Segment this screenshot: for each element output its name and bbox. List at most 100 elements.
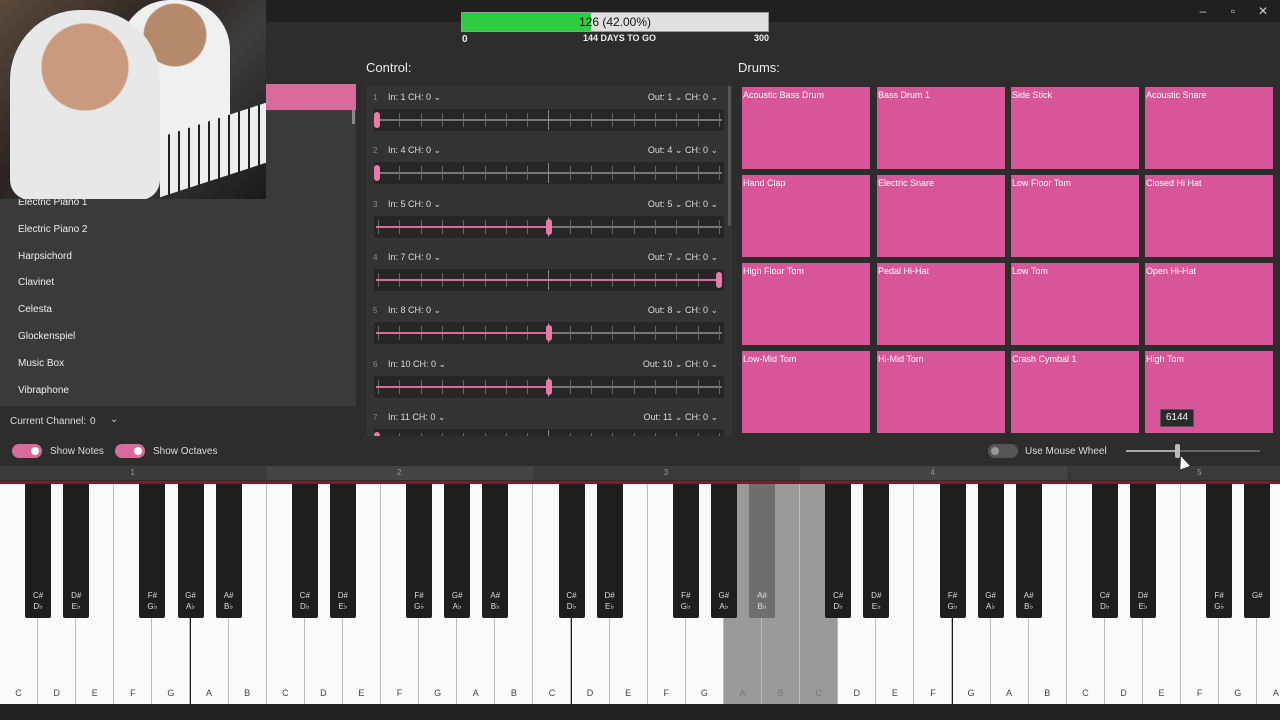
instrument-list-item[interactable]: Electric Piano 2 [18, 224, 87, 235]
piano-black-key[interactable]: F# G♭ [1206, 484, 1233, 618]
drum-pad[interactable]: High Floor Tom [742, 263, 870, 345]
current-channel-select[interactable]: 0 [90, 416, 96, 427]
drum-pad[interactable]: Pedal Hi-Hat [877, 263, 1005, 345]
control-slider[interactable] [374, 375, 724, 398]
piano-black-key[interactable]: C# D♭ [1091, 484, 1118, 618]
piano-black-key[interactable]: F# G♭ [139, 484, 166, 618]
control-slider[interactable] [374, 109, 724, 131]
piano-black-key[interactable]: C# D♭ [291, 484, 318, 618]
piano-black-key[interactable]: C# D♭ [558, 484, 585, 618]
piano-black-key[interactable]: D# E♭ [863, 484, 890, 618]
instrument-list-item[interactable]: Glockenspiel [18, 331, 75, 342]
control-slider[interactable] [374, 268, 724, 291]
instrument-list-item[interactable]: Celesta [18, 304, 52, 315]
drum-pad[interactable]: Closed Hi Hat [1145, 175, 1273, 257]
control-input-select[interactable]: In: 1 CH: 0 ⌄ [388, 92, 441, 103]
piano-black-key[interactable]: A# B♭ [749, 484, 775, 618]
instrument-list-item[interactable]: Music Box [18, 358, 64, 369]
drum-pad[interactable]: Low Tom [1011, 263, 1139, 345]
control-output-select[interactable]: Out: 10 ⌄ CH: 0 ⌄ [643, 359, 718, 370]
control-slider-thumb[interactable] [546, 378, 552, 395]
chevron-down-icon[interactable]: ⌄ [431, 305, 442, 315]
control-output-select[interactable]: Out: 8 ⌄ CH: 0 ⌄ [648, 305, 718, 316]
piano-black-key[interactable]: A# B♭ [215, 484, 242, 618]
piano-black-key[interactable]: G# A♭ [177, 484, 204, 618]
piano-black-key[interactable]: F# G♭ [939, 484, 966, 618]
control-slider[interactable] [374, 322, 724, 345]
piano-key-sharp-label: G# [451, 591, 463, 600]
piano-black-key[interactable]: C# D♭ [825, 484, 852, 618]
drum-pad[interactable]: Crash Cymbal 1 [1011, 351, 1139, 433]
drum-pad[interactable]: Electric Snare [877, 175, 1005, 257]
chevron-down-icon[interactable]: ⌄ [431, 92, 442, 102]
control-input-select[interactable]: In: 4 CH: 0 ⌄ [388, 145, 441, 156]
drum-pad[interactable]: Acoustic Bass Drum [742, 87, 870, 169]
piano-key-label: F# G♭ [940, 590, 966, 612]
piano-black-key[interactable]: C# D♭ [25, 484, 52, 618]
piano-black-key[interactable]: A# B♭ [482, 484, 509, 618]
instrument-list-selected-item[interactable] [266, 84, 356, 110]
chevron-down-icon[interactable]: ⌄ [431, 145, 442, 155]
piano-black-key[interactable]: D# E♭ [1130, 484, 1156, 618]
maximize-button[interactable]: ▫ [1218, 2, 1248, 20]
chevron-down-icon[interactable]: ⌄ [431, 199, 442, 209]
control-input-select[interactable]: In: 10 CH: 0 ⌄ [388, 359, 446, 370]
minimize-button[interactable]: – [1188, 2, 1218, 20]
chevron-down-icon[interactable]: ⌄ [110, 414, 118, 425]
drum-pad[interactable]: Acoustic Snare [1145, 87, 1273, 169]
control-row-number: 6 [373, 359, 378, 369]
piano-black-key[interactable]: F# G♭ [672, 484, 699, 618]
piano-black-key[interactable]: A# B♭ [1015, 484, 1042, 618]
control-slider-thumb[interactable] [374, 112, 380, 128]
control-output-select[interactable]: Out: 1 ⌄ CH: 0 ⌄ [648, 92, 718, 103]
drum-pad[interactable]: Hi-Mid Tom [877, 351, 1005, 433]
control-slider[interactable] [374, 215, 724, 238]
control-slider[interactable] [374, 162, 724, 185]
control-input-select[interactable]: In: 11 CH: 0 ⌄ [388, 412, 445, 423]
control-output-select[interactable]: Out: 5 ⌄ CH: 0 ⌄ [648, 199, 718, 210]
piano-black-key[interactable]: G# [1244, 484, 1271, 618]
piano-black-key[interactable]: D# E♭ [596, 484, 623, 618]
show-octaves-toggle[interactable] [115, 444, 145, 458]
control-input-select[interactable]: In: 7 CH: 0 ⌄ [388, 252, 441, 263]
control-slider-thumb[interactable] [716, 271, 722, 288]
instrument-list-item[interactable]: Vibraphone [18, 385, 69, 396]
drum-pad[interactable]: Hand Clap [742, 175, 870, 257]
piano-keyboard: C D E F G A B C D E F G A B C D E F G A B C D E F G A B C D E F G A C# D♭ D#… [0, 484, 1280, 704]
instrument-list-item[interactable]: Clavinet [18, 277, 54, 288]
close-button[interactable]: ✕ [1248, 2, 1278, 20]
drum-pad[interactable]: Side Stick [1011, 87, 1139, 169]
drum-pad[interactable]: Low-Mid Tom [742, 351, 870, 433]
control-output-select[interactable]: Out: 7 ⌄ CH: 0 ⌄ [648, 252, 718, 263]
control-slider-thumb[interactable] [546, 218, 552, 235]
instrument-list-item[interactable]: Harpsichord [18, 251, 72, 262]
piano-black-key[interactable]: G# A♭ [710, 484, 737, 618]
piano-black-key[interactable]: G# A♭ [977, 484, 1004, 618]
chevron-down-icon[interactable]: ⌄ [431, 252, 442, 262]
show-notes-toggle[interactable] [12, 444, 42, 458]
control-slider-tick [399, 113, 401, 127]
drum-pad[interactable]: Open Hi-Hat [1145, 263, 1273, 345]
piano-key-label: A# B♭ [482, 590, 508, 612]
drum-pad[interactable]: Low Floor Tom [1011, 175, 1139, 257]
control-slider-thumb[interactable] [374, 165, 380, 182]
use-mouse-wheel-toggle[interactable] [988, 444, 1018, 458]
control-slider-thumb[interactable] [546, 325, 552, 342]
control-output-select[interactable]: Out: 11 ⌄ CH: 0 ⌄ [644, 412, 718, 423]
control-output-select[interactable]: Out: 4 ⌄ CH: 0 ⌄ [648, 145, 718, 156]
piano-black-key[interactable]: G# A♭ [444, 484, 471, 618]
piano-black-key[interactable]: D# E♭ [329, 484, 356, 618]
control-slider[interactable] [374, 428, 724, 436]
octave-number: 1 [130, 468, 135, 477]
chevron-down-icon[interactable]: ⌄ [435, 412, 446, 422]
velocity-slider[interactable] [1126, 450, 1260, 452]
piano-black-key[interactable]: F# G♭ [406, 484, 433, 618]
control-scrollbar[interactable] [728, 86, 731, 226]
instrument-list-scrollbar[interactable] [352, 110, 355, 124]
chevron-down-icon[interactable]: ⌄ [436, 359, 447, 369]
control-input-select[interactable]: In: 5 CH: 0 ⌄ [388, 199, 441, 210]
control-input-select[interactable]: In: 8 CH: 0 ⌄ [388, 305, 441, 316]
control-slider-thumb[interactable] [374, 431, 380, 436]
piano-black-key[interactable]: D# E♭ [63, 484, 90, 618]
drum-pad[interactable]: Bass Drum 1 [877, 87, 1005, 169]
